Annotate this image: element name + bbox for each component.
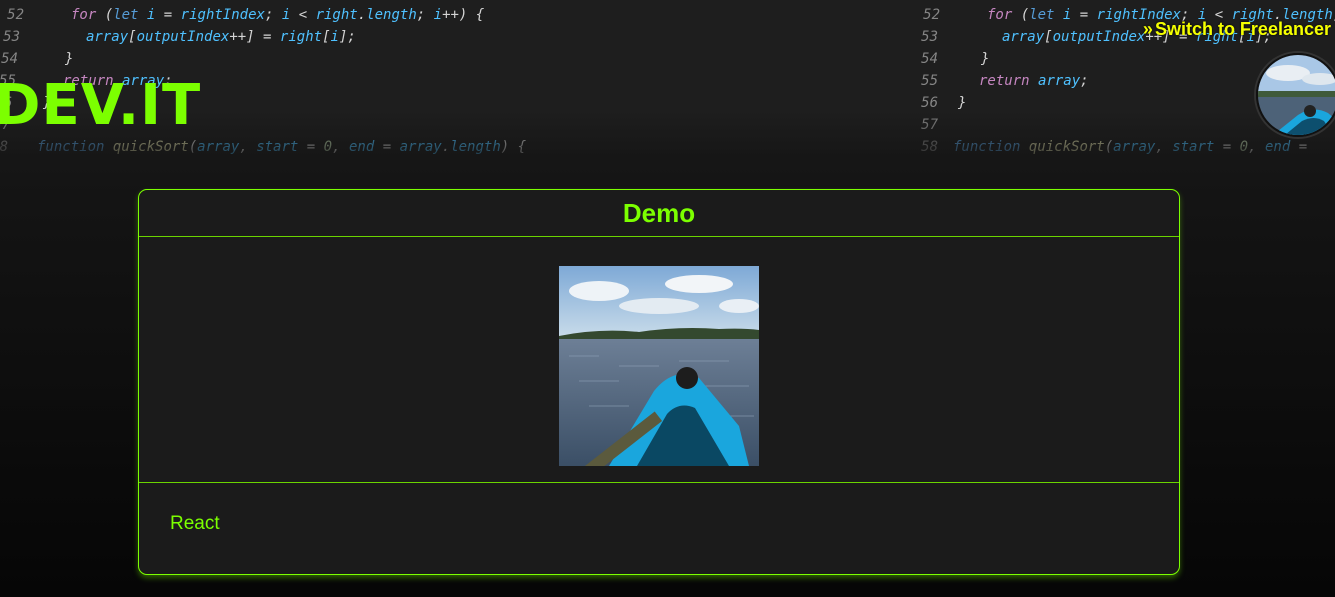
card-header: Demo	[139, 190, 1179, 237]
card-title: Demo	[622, 197, 696, 228]
switch-link-label: Switch to Freelancer	[1154, 19, 1331, 39]
switch-to-freelancer-link[interactable]: » Switch to Freelancer	[1143, 19, 1331, 40]
card-footer: React	[139, 483, 1179, 573]
avatar[interactable]	[1256, 53, 1335, 137]
demo-image[interactable]	[559, 266, 759, 466]
double-chevron-right-icon: »	[1142, 19, 1153, 39]
avatar-photo	[1258, 55, 1335, 135]
demo-card: Demo React	[138, 189, 1180, 575]
technology-label: React	[170, 513, 220, 534]
card-body	[139, 237, 1179, 483]
site-logo[interactable]: DEV.IT	[0, 70, 201, 142]
kayak-lake-photo	[559, 266, 759, 466]
